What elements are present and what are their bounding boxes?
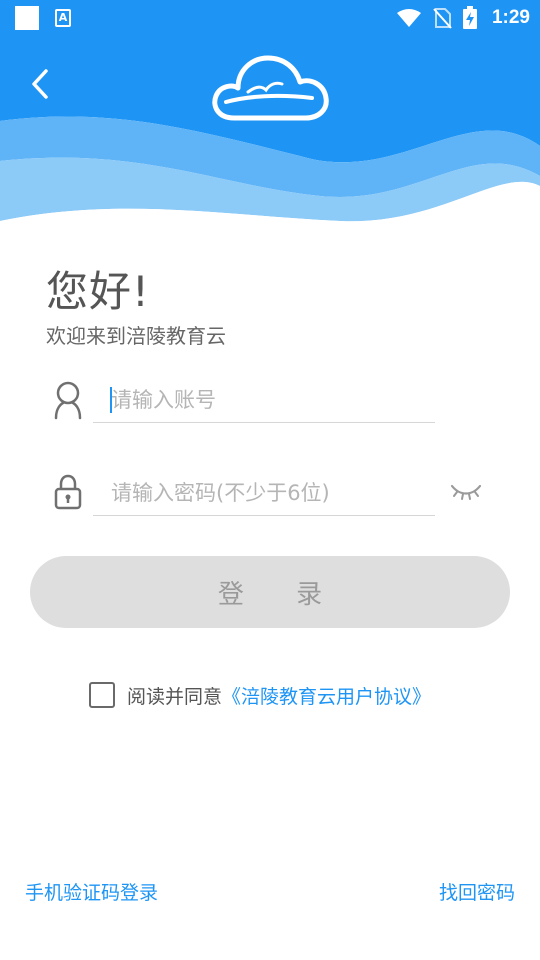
no-sim-icon — [433, 8, 452, 29]
password-input[interactable] — [93, 470, 435, 515]
agreement-link[interactable]: 《涪陵教育云用户协议》 — [222, 682, 431, 709]
a-notification-icon: A — [55, 9, 71, 27]
battery-charging-icon — [462, 6, 477, 29]
status-time: 1:29 — [491, 7, 530, 28]
account-input[interactable] — [93, 377, 435, 422]
user-icon — [50, 378, 86, 422]
greeting-title: 您好! — [46, 267, 150, 316]
password-field[interactable] — [93, 470, 435, 516]
wifi-icon — [396, 9, 421, 27]
account-field[interactable] — [93, 377, 435, 423]
text-caret — [110, 387, 112, 413]
header-banner — [0, 36, 540, 226]
sms-login-link[interactable]: 手机验证码登录 — [25, 878, 158, 905]
chevron-left-icon — [32, 69, 48, 99]
agreement-row: 阅读并同意 《涪陵教育云用户协议》 — [89, 680, 431, 710]
login-button[interactable]: 登 录 — [30, 556, 510, 628]
cloud-bird-logo-icon — [212, 55, 329, 121]
agreement-checkbox[interactable] — [89, 682, 115, 708]
status-icons: 1:29 — [396, 0, 530, 36]
agreement-text: 阅读并同意 — [127, 685, 223, 708]
lock-icon — [50, 470, 86, 514]
back-button[interactable] — [22, 64, 58, 104]
eye-closed-icon[interactable] — [450, 480, 482, 502]
forgot-password-link[interactable]: 找回密码 — [439, 878, 515, 905]
status-bar: A 1:29 — [0, 0, 540, 36]
greeting-subtitle: 欢迎来到涪陵教育云 — [46, 324, 226, 348]
app-square-icon — [15, 6, 39, 30]
